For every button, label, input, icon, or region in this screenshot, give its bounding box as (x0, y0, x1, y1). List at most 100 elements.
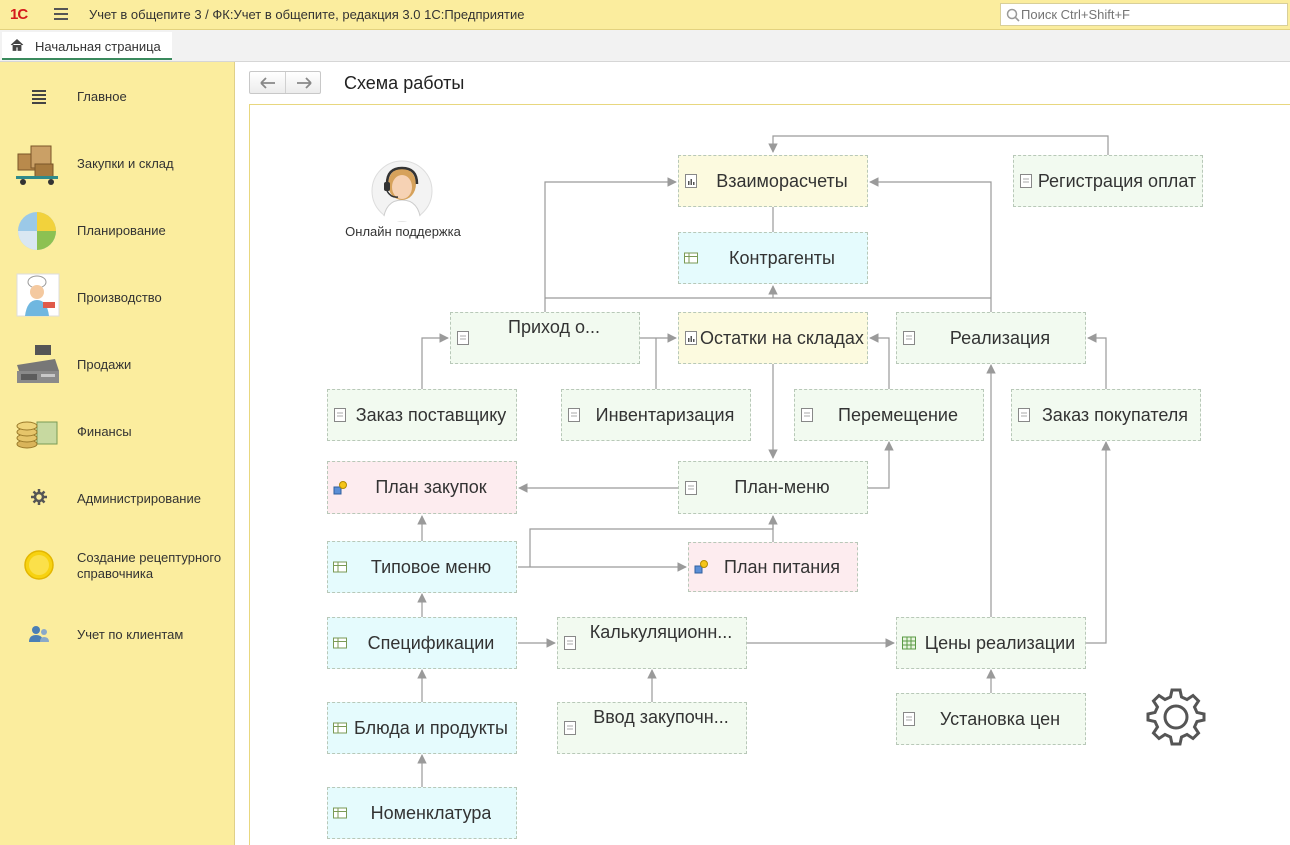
node-inventarizaciya[interactable]: Инвентаризация (561, 389, 751, 441)
sidebar-item-label: Главное (77, 89, 127, 104)
yellow-circle-icon (24, 550, 54, 580)
document-icon (564, 636, 576, 650)
sidebar-item-label: Финансы (77, 424, 132, 439)
search-input[interactable] (1021, 5, 1281, 24)
sidebar-item-purchases[interactable]: Закупки и склад (0, 134, 234, 194)
node-label: Заказ поставщику (355, 404, 507, 425)
title-bar: 1С Учет в общепите 3 / ФК:Учет в общепит… (0, 0, 1290, 30)
sidebar-item-label: Администрирование (77, 491, 201, 506)
node-label: Установка цен (939, 708, 1061, 729)
tab-label: Начальная страница (35, 39, 161, 54)
document-icon (1018, 408, 1030, 422)
pie-chart-icon (18, 212, 56, 250)
node-label: Номенклатура (370, 802, 492, 823)
node-label: Перемещение (838, 404, 958, 425)
node-label: План питания (724, 556, 840, 577)
node-plan-menu[interactable]: План-меню (678, 461, 868, 514)
node-label: Контрагенты (728, 247, 835, 268)
sidebar-item-label: Планирование (77, 223, 166, 238)
node-kontragenty[interactable]: Контрагенты (678, 232, 868, 284)
node-tipovoe-menu[interactable]: Типовое меню (327, 541, 517, 593)
node-label: Ввод закупочн... (593, 707, 729, 727)
sidebar-item-production[interactable]: Производство (0, 268, 234, 328)
sidebar-item-label: Продажи (77, 357, 132, 372)
node-nomenklatura[interactable]: Номенклатура (327, 787, 517, 839)
search-icon (1006, 8, 1020, 22)
tab-home-page[interactable]: Начальная страница (2, 32, 172, 60)
node-label: Типовое меню (370, 556, 492, 577)
search-box[interactable] (1000, 3, 1288, 26)
sidebar-item-sales[interactable]: Продажи (0, 335, 234, 395)
sidebar-item-label: Учет по клиентам (77, 627, 184, 642)
document-icon (564, 721, 576, 735)
sidebar-item-label: Создание рецептурного справочника (77, 550, 222, 581)
catalog-icon (684, 252, 698, 264)
page-title: Схема работы (344, 73, 465, 93)
document-icon (685, 480, 697, 495)
node-label: Цены реализации (924, 632, 1076, 653)
node-prihod[interactable]: Приход о... (450, 312, 640, 364)
node-realizaciya[interactable]: Реализация (896, 312, 1086, 364)
node-vzaimoraschety[interactable]: Взаиморасчеты (678, 155, 868, 207)
price-list-icon (902, 636, 916, 650)
support-label: Онлайн поддержка (345, 224, 461, 239)
catalog-icon (333, 722, 347, 734)
back-button[interactable] (250, 72, 286, 93)
node-label: Приход о... (508, 317, 600, 337)
main-menu-icon[interactable] (54, 8, 68, 20)
support-operator-avatar (371, 160, 433, 222)
coins-icon (16, 421, 58, 449)
document-icon (334, 408, 346, 422)
catalog-icon (333, 561, 347, 573)
node-bluda[interactable]: Блюда и продукты (327, 702, 517, 754)
node-specifikacii[interactable]: Спецификации (327, 617, 517, 669)
node-label: План закупок (375, 477, 487, 497)
node-label: Инвентаризация (595, 404, 735, 425)
online-support[interactable]: Онлайн поддержка (340, 160, 466, 242)
sidebar-item-recipe-directory[interactable]: Создание рецептурного справочника (0, 536, 234, 596)
app-logo[interactable]: 1С (10, 6, 28, 23)
sidebar-item-clients[interactable]: Учет по клиентам (0, 603, 234, 663)
node-label: Заказ покупателя (1041, 404, 1189, 425)
node-peremeshenie[interactable]: Перемещение (794, 389, 984, 441)
plan-icon (694, 560, 708, 574)
nav-buttons (249, 71, 321, 94)
node-registraciya-oplat[interactable]: Регистрация оплат (1013, 155, 1203, 207)
node-label: План-меню (734, 477, 830, 497)
node-ostatki[interactable]: Остатки на складах (678, 312, 868, 364)
sidebar-item-main[interactable]: Главное (0, 67, 234, 127)
node-ceny-realizacii[interactable]: Цены реализации (896, 617, 1086, 669)
document-icon (568, 408, 580, 422)
node-label: Спецификации (367, 632, 495, 653)
node-plan-pitaniya[interactable]: План питания (688, 542, 858, 592)
node-zakaz-postavshiku[interactable]: Заказ поставщику (327, 389, 517, 441)
report-icon (685, 331, 697, 345)
window-title: Учет в общепите 3 / ФК:Учет в общепите, … (89, 7, 525, 22)
node-label: Калькуляционн... (589, 622, 733, 642)
node-label: Регистрация оплат (1037, 170, 1197, 191)
document-icon (801, 408, 813, 422)
catalog-icon (333, 807, 347, 819)
arrow-right-icon (297, 77, 312, 89)
sidebar-item-administration[interactable]: Администрирование (0, 469, 234, 529)
users-icon (29, 626, 49, 642)
tab-bar: Начальная страница (0, 30, 1290, 62)
forward-button[interactable] (286, 72, 321, 93)
report-icon (685, 174, 697, 188)
node-ustanovka-cen[interactable]: Установка цен (896, 693, 1086, 745)
node-label: Реализация (949, 327, 1051, 348)
node-kalkulyacionn[interactable]: Калькуляционн... (557, 617, 747, 669)
node-vvod-zakupochn[interactable]: Ввод закупочн... (557, 702, 747, 754)
document-icon (903, 331, 915, 345)
sidebar-item-finance[interactable]: Финансы (0, 402, 234, 462)
chef-icon (16, 273, 60, 317)
home-icon (10, 38, 24, 51)
node-plan-zakupok[interactable]: План закупок (327, 461, 517, 514)
document-icon (903, 712, 915, 726)
sidebar-item-planning[interactable]: Планирование (0, 201, 234, 261)
catalog-icon (333, 637, 347, 649)
settings-gear-icon[interactable] (1143, 684, 1209, 750)
document-icon (1020, 174, 1032, 188)
node-zakaz-pokupatelya[interactable]: Заказ покупателя (1011, 389, 1201, 441)
node-label: Блюда и продукты (354, 717, 508, 738)
